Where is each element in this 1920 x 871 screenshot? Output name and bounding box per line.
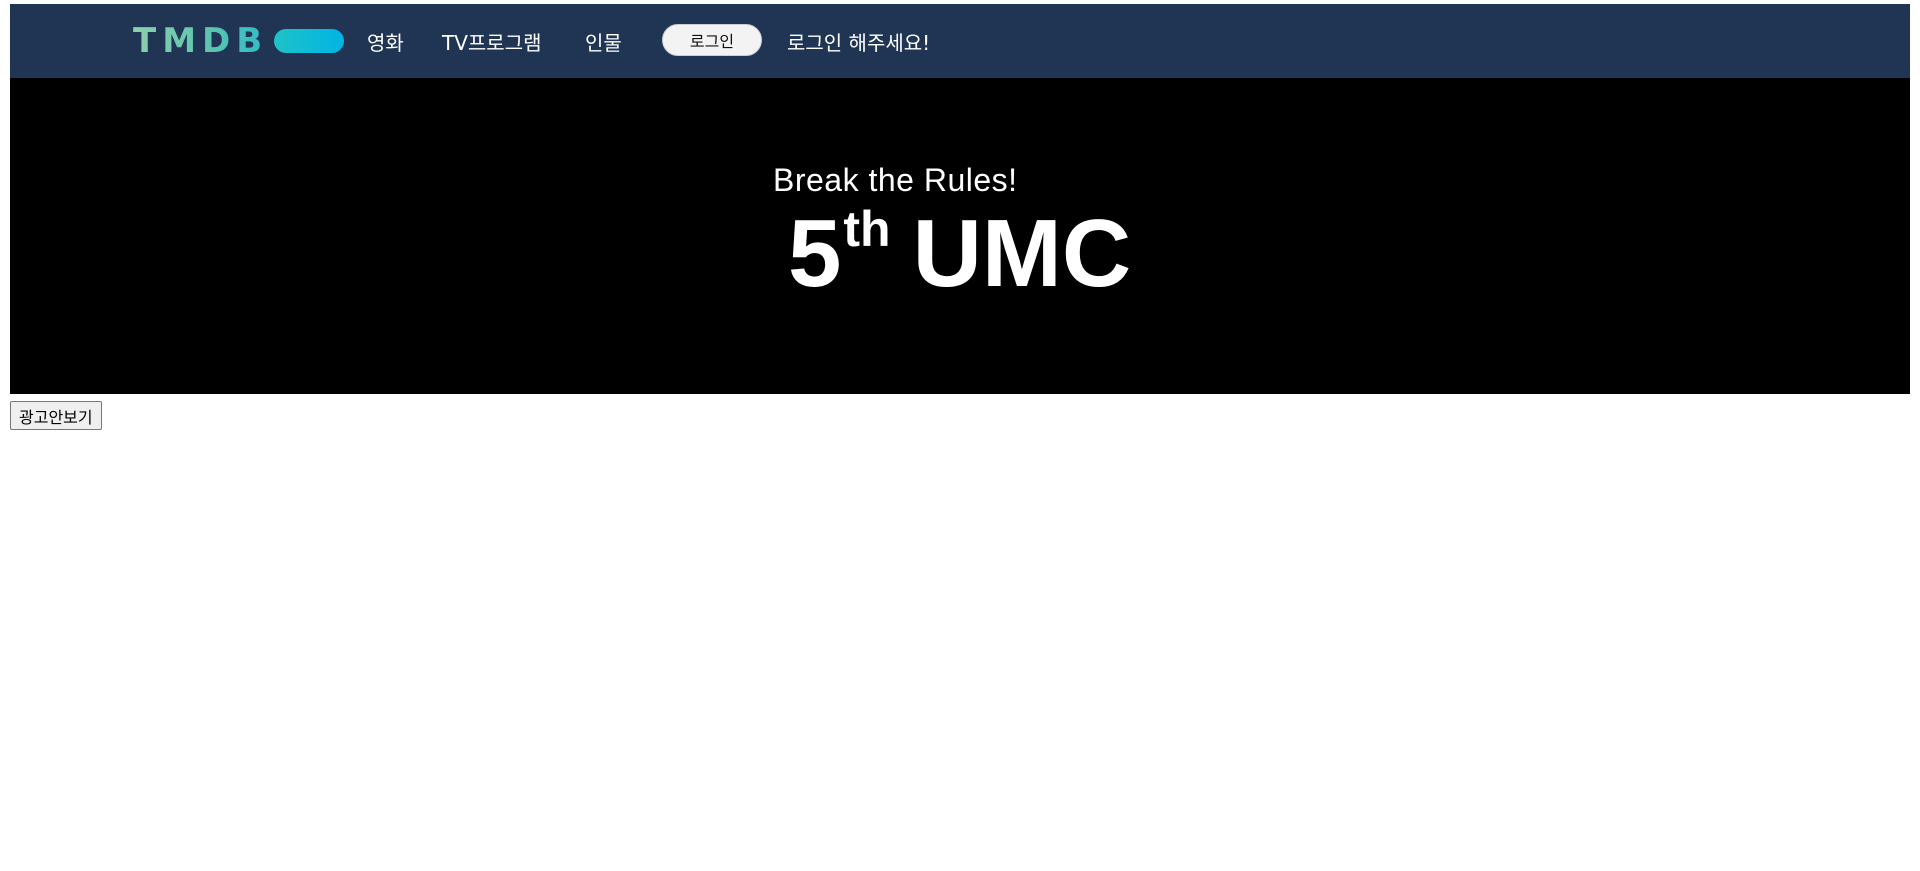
top-navbar: TMDB 영화 TV프로그램 인물 로그인 로그인 해주세요!: [10, 4, 1910, 78]
hide-ad-button[interactable]: 광고안보기: [10, 401, 102, 430]
logo-pill-icon: [274, 29, 345, 53]
banner-ordinal-number: 5: [788, 200, 842, 307]
ad-banner: Break the Rules! 5 th UMC: [10, 78, 1910, 394]
login-button[interactable]: 로그인: [662, 24, 762, 56]
nav-item-tv-programs[interactable]: TV프로그램: [442, 4, 542, 78]
banner-subtitle: Break the Rules!: [773, 162, 1018, 198]
logo-text: TMDB: [133, 21, 269, 61]
banner-title-text: UMC: [912, 200, 1132, 307]
nav-item-movies[interactable]: 영화: [367, 4, 404, 78]
page: TMDB 영화 TV프로그램 인물 로그인 로그인 해주세요! Break th…: [0, 0, 1920, 871]
login-prompt-message: 로그인 해주세요!: [787, 30, 931, 55]
banner-ordinal-suffix: th: [843, 201, 891, 257]
tmdb-logo[interactable]: TMDB: [133, 4, 345, 78]
banner-title: 5 th UMC: [788, 200, 1132, 307]
nav-item-people[interactable]: 인물: [585, 4, 622, 78]
